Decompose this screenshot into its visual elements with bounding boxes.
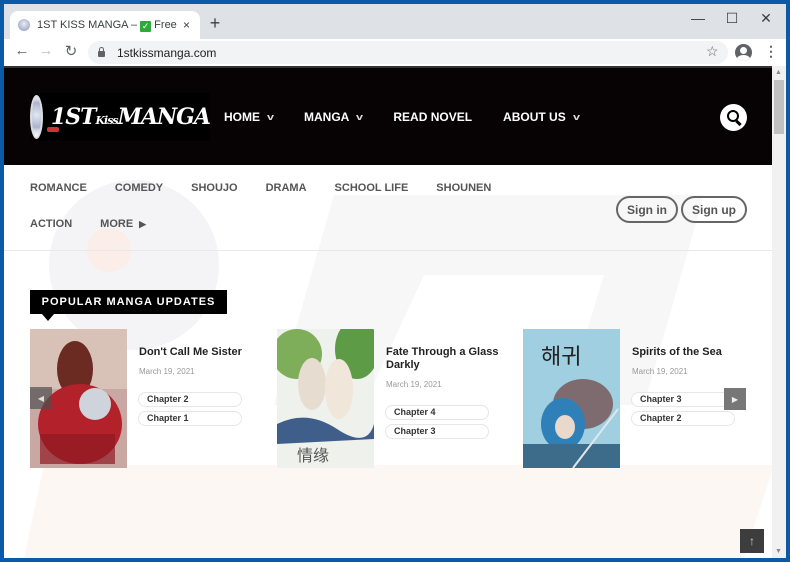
nav-manga[interactable]: MANGA v — [304, 110, 364, 124]
chevron-down-icon: v — [266, 112, 275, 122]
category-shounen[interactable]: SHOUNEN — [436, 182, 491, 218]
browser-window: 1ST KISS MANGA – ✓ Free onli × + — ☐ ✕ ←… — [4, 4, 786, 558]
chapter-link[interactable]: Chapter 1 — [138, 411, 242, 426]
browser-tab[interactable]: 1ST KISS MANGA – ✓ Free onli × — [10, 11, 200, 39]
manga-cover[interactable]: 情缘 — [277, 329, 374, 468]
manga-title[interactable]: Fate Through a Glass Darkly — [386, 346, 511, 372]
back-to-top-button[interactable]: ↑ — [740, 529, 764, 553]
manga-title[interactable]: Don't Call Me Sister — [139, 346, 264, 359]
chapter-link[interactable]: Chapter 4 — [385, 405, 489, 420]
main-nav: HOME v MANGA v READ NOVEL ABOUT US v — [224, 110, 610, 124]
manga-date: March 19, 2021 — [632, 367, 688, 376]
window-close-button[interactable]: ✕ — [752, 10, 780, 27]
browser-toolbar: ← → ↻ 1stkissmanga.com ☆ ⋮ — [4, 39, 786, 66]
logo-badge-icon — [30, 95, 59, 139]
lock-icon — [98, 47, 105, 57]
category-action[interactable]: ACTION — [30, 218, 72, 254]
nav-read-novel[interactable]: READ NOVEL — [393, 110, 472, 124]
manga-title[interactable]: Spirits of the Sea — [632, 346, 757, 359]
nav-about-us[interactable]: ABOUT US v — [503, 110, 580, 124]
manga-card: 情缘 Fate Through a Glass Darkly March 19,… — [277, 329, 517, 469]
checkmark-icon: ✓ — [140, 20, 152, 32]
chapter-link[interactable]: Chapter 2 — [138, 392, 242, 407]
svg-text:情缘: 情缘 — [297, 446, 329, 465]
bookmark-star-icon[interactable]: ☆ — [706, 43, 719, 60]
category-school-life[interactable]: SCHOOL LIFE — [335, 182, 409, 218]
chevron-down-icon: v — [356, 112, 364, 122]
back-button[interactable]: ← — [12, 42, 32, 59]
site-favicon-icon — [18, 19, 30, 31]
category-nav: ROMANCE COMEDY SHOUJO DRAMA SCHOOL LIFE … — [30, 182, 550, 254]
sign-up-button[interactable]: Sign up — [681, 196, 747, 223]
svg-text:해귀: 해귀 — [541, 345, 581, 370]
new-tab-button[interactable]: + — [204, 13, 226, 34]
category-shoujo[interactable]: SHOUJO — [191, 182, 237, 218]
browser-menu-icon[interactable]: ⋮ — [764, 43, 778, 60]
url-text[interactable]: 1stkissmanga.com — [117, 46, 216, 60]
site-header: 1STKissMANGA HOME v MANGA v READ NOVEL ABO… — [4, 66, 772, 165]
chevron-down-icon: v — [572, 112, 580, 122]
minimize-button[interactable]: — — [684, 10, 712, 26]
divider — [4, 250, 772, 251]
tab-close-icon[interactable]: × — [183, 18, 190, 32]
maximize-button[interactable]: ☐ — [718, 10, 746, 27]
section-title: POPULAR MANGA UPDATES — [30, 290, 227, 321]
forward-button[interactable]: → — [36, 42, 56, 59]
tab-strip: 1ST KISS MANGA – ✓ Free onli × + — ☐ ✕ — [4, 4, 786, 39]
chapter-link[interactable]: Chapter 3 — [631, 392, 735, 407]
scroll-up-icon[interactable]: ▲ — [775, 69, 782, 76]
category-more[interactable]: MORE ▶ — [100, 218, 146, 254]
category-comedy[interactable]: COMEDY — [115, 182, 163, 218]
nav-home[interactable]: HOME v — [224, 110, 275, 124]
sign-in-button[interactable]: Sign in — [616, 196, 678, 223]
chapter-link[interactable]: Chapter 2 — [631, 411, 735, 426]
logo-wordmark: 1STKissMANGA — [50, 104, 211, 130]
manga-card: Don't Call Me Sister March 19, 2021 Chap… — [30, 329, 270, 469]
manga-date: March 19, 2021 — [386, 380, 442, 389]
site-logo[interactable]: 1STKissMANGA — [30, 93, 211, 141]
category-romance[interactable]: ROMANCE — [30, 182, 87, 218]
page-scrollbar[interactable]: ▲ ▼ — [772, 66, 786, 558]
triangle-right-icon: ▶ — [139, 219, 147, 229]
address-bar[interactable]: 1stkissmanga.com — [88, 41, 728, 64]
search-icon[interactable] — [720, 104, 747, 131]
scroll-down-icon[interactable]: ▼ — [775, 548, 782, 555]
category-drama[interactable]: DRAMA — [266, 182, 307, 218]
scrollbar-thumb[interactable] — [774, 80, 784, 134]
reload-button[interactable]: ↻ — [61, 42, 81, 60]
tab-title: 1ST KISS MANGA – ✓ Free onli — [37, 18, 177, 32]
web-page: 1STKissMANGA HOME v MANGA v READ NOVEL ABO… — [4, 66, 772, 558]
profile-avatar-icon[interactable] — [735, 44, 752, 61]
manga-cover[interactable]: 해귀 — [523, 329, 620, 468]
slider-next-button[interactable]: ▶ — [724, 388, 746, 410]
chapter-link[interactable]: Chapter 3 — [385, 424, 489, 439]
manga-date: March 19, 2021 — [139, 367, 195, 376]
slider-prev-button[interactable]: ◀ — [30, 387, 52, 409]
